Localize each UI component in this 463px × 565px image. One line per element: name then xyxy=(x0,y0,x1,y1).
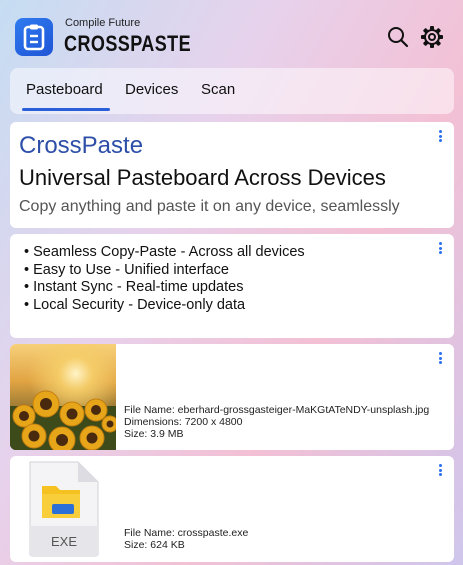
exe-file-details: File Name: crosspaste.exe Size: 624 KB xyxy=(124,527,248,551)
gear-icon[interactable] xyxy=(420,25,444,49)
app-header: Compile Future CROSSPASTE xyxy=(0,0,463,66)
tab-pasteboard[interactable]: Pasteboard xyxy=(26,81,103,98)
file-name: File Name: eberhard-grossgasteiger-MaKGt… xyxy=(124,404,430,416)
feature-item: Easy to Use - Unified interface xyxy=(24,262,305,280)
paste-item-features-text[interactable]: Seamless Copy-Paste - Across all devices… xyxy=(10,234,454,338)
file-size: Size: 624 KB xyxy=(124,539,185,551)
tab-scan[interactable]: Scan xyxy=(201,81,235,98)
app-brand-name: CROSSPASTE xyxy=(64,31,192,56)
app-tagline: Compile Future xyxy=(65,17,141,29)
main-tabs: Pasteboard Devices Scan xyxy=(10,68,454,114)
sunflower-image-thumbnail xyxy=(10,344,116,450)
paste-item-image[interactable]: File Name: eberhard-grossgasteiger-MaKGt… xyxy=(10,344,454,450)
image-file-details: File Name: eberhard-grossgasteiger-MaKGt… xyxy=(124,404,429,440)
active-tab-indicator xyxy=(22,108,110,111)
feature-list: Seamless Copy-Paste - Across all devices… xyxy=(24,244,305,314)
feature-item: Instant Sync - Real-time updates xyxy=(24,279,305,297)
file-dimensions: Dimensions: 7200 x 4800 xyxy=(124,416,243,428)
exe-file-icon: EXE xyxy=(26,460,100,558)
feature-item: Local Security - Device-only data xyxy=(24,297,305,315)
tab-devices[interactable]: Devices xyxy=(125,81,178,98)
paste-item-file[interactable]: EXE File Name: crosspaste.exe Size: 624 … xyxy=(10,456,454,562)
feature-item: Seamless Copy-Paste - Across all devices xyxy=(24,244,305,262)
intro-title: CrossPaste xyxy=(19,132,144,159)
more-options-icon[interactable] xyxy=(436,464,444,478)
paste-item-intro-text[interactable]: CrossPaste Universal Pasteboard Across D… xyxy=(10,122,454,228)
more-options-icon[interactable] xyxy=(436,242,444,256)
file-size: Size: 3.9 MB xyxy=(124,428,184,440)
intro-description: Copy anything and paste it on any device… xyxy=(19,198,400,215)
intro-subtitle: Universal Pasteboard Across Devices xyxy=(19,165,386,190)
more-options-icon[interactable] xyxy=(436,130,444,144)
exe-icon-label: EXE xyxy=(51,534,77,549)
app-logo-icon xyxy=(15,18,53,56)
file-name: File Name: crosspaste.exe xyxy=(124,527,249,539)
search-icon[interactable] xyxy=(386,25,410,49)
more-options-icon[interactable] xyxy=(436,352,444,366)
